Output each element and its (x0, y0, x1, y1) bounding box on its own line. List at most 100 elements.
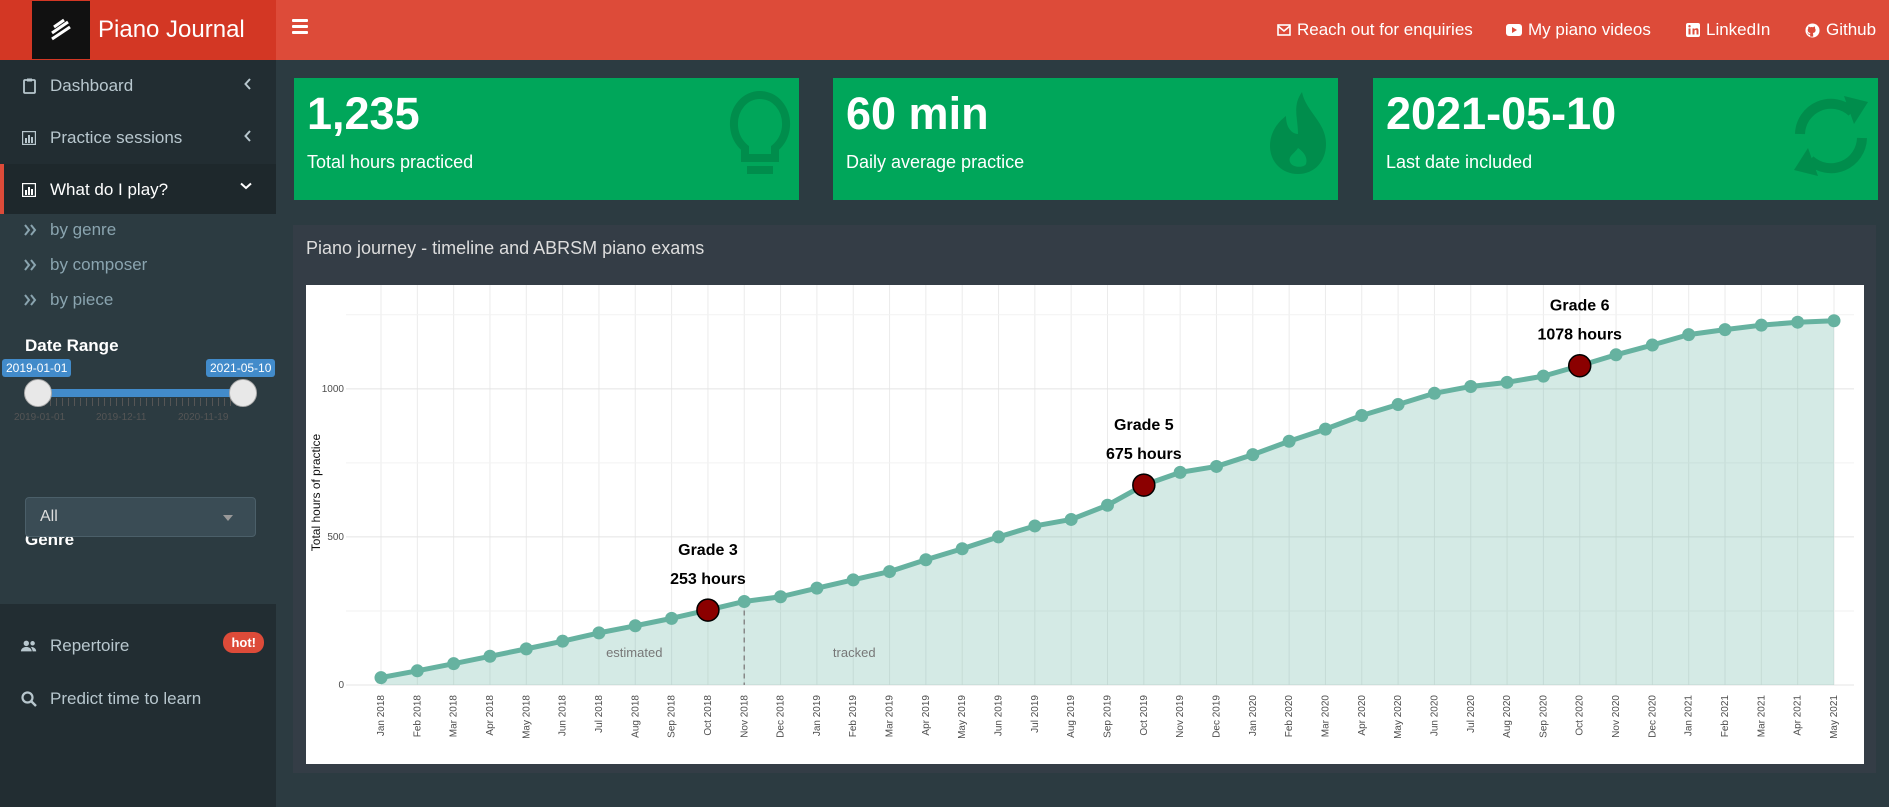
lightbulb-icon (730, 91, 790, 174)
stat-value: 1,235 (307, 88, 420, 139)
slider-track[interactable] (38, 389, 243, 397)
slider-ticks (38, 398, 243, 406)
date-range-slider[interactable]: 2019-01-01 2021-05-10 2019-01-01 2019-12… (0, 354, 276, 434)
data-point (374, 671, 388, 685)
x-tick-label: Jan 2021 (1684, 695, 1695, 737)
data-point (1500, 375, 1514, 389)
sidebar-toggle-icon[interactable] (292, 19, 308, 35)
data-point (410, 664, 424, 678)
exam-grade-label: Grade 5 (1114, 417, 1174, 434)
journey-chart: 0 500 1000 Total hours of practice estimated… (306, 285, 1864, 764)
stat-value: 2021-05-10 (1386, 88, 1617, 139)
stat-label: Total hours practiced (307, 152, 474, 172)
data-point (483, 649, 497, 663)
clipboard-icon (20, 78, 38, 94)
slider-from-value: 2019-01-01 (2, 359, 72, 377)
data-point (737, 594, 751, 608)
data-point (519, 642, 533, 656)
data-point (846, 573, 860, 587)
data-point (1391, 398, 1405, 412)
x-tick-label: Apr 2020 (1357, 695, 1368, 736)
logo-area[interactable]: Piano Journal (0, 0, 276, 60)
bar-chart-icon (20, 131, 38, 145)
x-tick-label: Nov 2018 (739, 695, 750, 738)
x-tick-label: Jul 2019 (1030, 695, 1041, 733)
x-tick-label: Feb 2019 (848, 695, 859, 738)
sidebar-item-what-do-i-play[interactable]: What do I play? (0, 164, 276, 216)
data-point (774, 590, 788, 604)
double-chevron-right-icon (24, 259, 37, 271)
github-link[interactable]: Github (1805, 20, 1876, 40)
linkedin-icon (1686, 23, 1700, 37)
exam-grade-label: Grade 3 (678, 542, 738, 559)
data-point (1791, 315, 1805, 329)
x-tick-label: Feb 2020 (1284, 695, 1295, 738)
y-tick-label: 0 (338, 680, 344, 691)
videos-link[interactable]: My piano videos (1506, 20, 1651, 40)
enquiries-link[interactable]: Reach out for enquiries (1277, 20, 1473, 40)
x-tick-label: Apr 2019 (921, 695, 932, 736)
chevron-left-icon (244, 130, 251, 142)
x-tick-label: Sep 2019 (1103, 695, 1114, 738)
data-point (883, 565, 897, 579)
y-tick-label: 500 (327, 532, 344, 543)
data-point (919, 553, 933, 567)
users-icon (20, 639, 38, 653)
genre-select[interactable]: All (25, 497, 256, 537)
double-chevron-right-icon (24, 224, 37, 236)
app-title: Piano Journal (98, 16, 245, 43)
fire-icon (1270, 92, 1326, 174)
sidebar-item-dashboard[interactable]: Dashboard (0, 60, 276, 112)
data-point (1318, 422, 1332, 436)
x-tick-label: Dec 2018 (776, 695, 787, 738)
x-tick-label: Mar 2018 (449, 695, 460, 738)
data-point (1609, 348, 1623, 362)
x-tick-label: Jun 2018 (558, 695, 569, 737)
chevron-down-icon (240, 182, 252, 190)
x-tick-label: Jul 2018 (594, 695, 605, 733)
slider-tick-label: 2020-11-19 (178, 412, 229, 423)
x-tick-label: Dec 2020 (1647, 695, 1658, 738)
stat-value: 60 min (846, 88, 989, 139)
sidebar-item-by-composer[interactable]: by composer (24, 255, 147, 275)
stat-box-total-hours: 1,235 Total hours practiced (294, 78, 799, 200)
exam-hours-label: 253 hours (670, 571, 746, 588)
slider-to-value: 2021-05-10 (206, 359, 276, 377)
x-tick-label: Mar 2021 (1756, 695, 1767, 738)
exam-hours-label: 1078 hours (1537, 327, 1622, 344)
exam-hours-label: 675 hours (1106, 446, 1182, 463)
sidebar-item-practice-sessions[interactable]: Practice sessions (0, 112, 276, 164)
data-point (810, 581, 824, 595)
double-chevron-right-icon (24, 294, 37, 306)
linkedin-link[interactable]: LinkedIn (1686, 20, 1770, 40)
data-point (1645, 338, 1659, 352)
data-point (1173, 465, 1187, 479)
envelope-icon (1277, 24, 1291, 36)
sidebar-item-by-genre[interactable]: by genre (24, 220, 116, 240)
x-tick-label: Apr 2018 (485, 695, 496, 736)
x-tick-label: May 2018 (521, 695, 532, 739)
data-point (447, 657, 461, 671)
data-point (1028, 519, 1042, 533)
data-point (1464, 379, 1478, 393)
data-point (1246, 448, 1260, 462)
x-tick-label: Nov 2019 (1175, 695, 1186, 738)
x-tick-label: May 2021 (1829, 695, 1840, 739)
search-icon (20, 691, 38, 707)
x-tick-label: Oct 2019 (1139, 695, 1150, 736)
slider-handle-to[interactable] (229, 379, 257, 407)
sidebar-item-by-piece[interactable]: by piece (24, 290, 113, 310)
data-point (1282, 434, 1296, 448)
x-tick-label: Aug 2018 (630, 695, 641, 738)
stat-label: Last date included (1386, 152, 1533, 172)
data-point (628, 619, 642, 633)
x-tick-label: Jan 2018 (376, 695, 387, 737)
stat-label: Daily average practice (846, 152, 1025, 172)
sidebar-item-predict[interactable]: Predict time to learn (0, 673, 276, 725)
x-tick-label: Feb 2021 (1720, 695, 1731, 738)
data-point (556, 634, 570, 648)
data-point (1536, 369, 1550, 383)
data-point (1427, 386, 1441, 400)
slider-handle-from[interactable] (24, 379, 52, 407)
piano-logo-icon (32, 1, 90, 59)
